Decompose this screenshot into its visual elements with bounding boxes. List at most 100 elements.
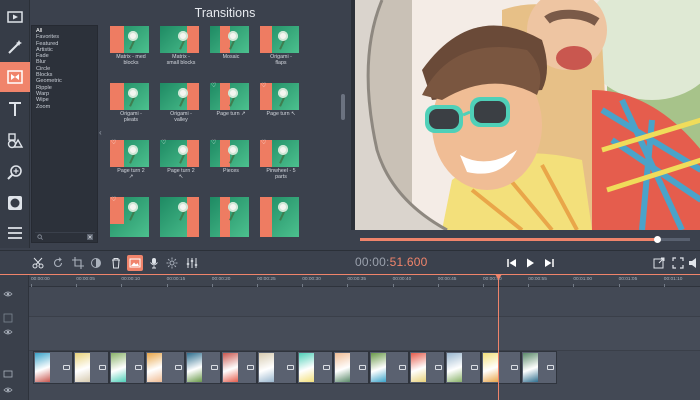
video-clip[interactable] <box>333 351 369 384</box>
media-import-button[interactable] <box>0 2 30 32</box>
category-list: All Favorites Featured Artistic Fade Blur Circ… <box>32 26 97 110</box>
microphone-button[interactable] <box>146 255 162 271</box>
video-clip[interactable] <box>257 351 297 384</box>
zoom-button[interactable] <box>0 158 30 188</box>
transition-marker-icon[interactable] <box>175 365 182 370</box>
fullscreen-icon <box>672 257 684 269</box>
transition-marker-icon[interactable] <box>135 365 142 370</box>
transitions-button[interactable] <box>0 62 30 92</box>
collapse-panel-button[interactable]: ‹ <box>99 128 102 137</box>
color-adjust-button[interactable] <box>88 255 104 271</box>
list-icon <box>8 227 22 239</box>
favorite-icon[interactable]: ♡ <box>261 140 266 147</box>
category-item[interactable]: Zoom <box>36 104 97 110</box>
filters-button[interactable] <box>0 32 30 62</box>
zoom-icon <box>7 165 22 180</box>
ruler-tick-label: 00:00:45 <box>437 277 457 282</box>
overlay-track[interactable] <box>29 287 700 317</box>
transition-marker-icon[interactable] <box>359 365 366 370</box>
favorite-icon[interactable]: ♡ <box>111 197 116 204</box>
eye-icon[interactable] <box>3 327 13 337</box>
video-clip[interactable] <box>221 351 257 384</box>
transition-marker-icon[interactable] <box>399 365 406 370</box>
fullscreen-button[interactable] <box>670 255 686 271</box>
text-track[interactable] <box>29 317 700 351</box>
transition-marker-icon[interactable] <box>471 365 478 370</box>
microphone-icon <box>150 258 158 269</box>
search-icon <box>37 234 43 240</box>
favorite-icon[interactable]: ♡ <box>111 140 116 147</box>
video-clip[interactable] <box>409 351 445 384</box>
video-preview <box>351 0 700 230</box>
rotate-button[interactable] <box>50 255 66 271</box>
favorite-icon[interactable]: ♡ <box>261 83 266 90</box>
video-track-icon <box>3 370 13 378</box>
delete-button[interactable] <box>108 255 124 271</box>
play-icon <box>527 258 534 268</box>
seek-handle[interactable] <box>654 236 661 243</box>
playhead[interactable] <box>498 274 499 400</box>
category-list-panel: All Favorites Featured Artistic Fade Blur Circ… <box>31 25 98 243</box>
transition-label: Origami - valley <box>170 111 192 123</box>
equalizer-button[interactable] <box>184 255 200 271</box>
image-icon <box>129 258 141 268</box>
external-window-icon <box>653 257 665 269</box>
magic-wand-icon <box>8 40 22 54</box>
stickers-button[interactable] <box>0 126 30 156</box>
clip-thumbnail <box>371 353 386 382</box>
transition-label: Matrix - med blocks <box>116 54 146 66</box>
transitions-icon <box>7 70 23 84</box>
transition-marker-icon[interactable] <box>287 365 294 370</box>
clip-thumbnail <box>111 353 126 382</box>
transition-marker-icon[interactable] <box>211 365 218 370</box>
transition-marker-icon[interactable] <box>99 365 106 370</box>
transition-marker-icon[interactable] <box>323 365 330 370</box>
transition-marker-icon[interactable] <box>247 365 254 370</box>
transition-marker-icon[interactable] <box>63 365 70 370</box>
favorite-icon[interactable]: ♡ <box>161 140 166 147</box>
time-ruler[interactable]: 00:00:00 00:00:05 00:00:10 00:00:15 00:00:20… <box>29 275 700 287</box>
category-search[interactable] <box>35 232 95 240</box>
play-button[interactable] <box>522 255 538 271</box>
video-clip[interactable] <box>109 351 145 384</box>
transition-marker-icon[interactable] <box>547 365 554 370</box>
next-frame-button[interactable] <box>541 255 557 271</box>
eye-icon[interactable] <box>3 289 13 299</box>
cut-button[interactable] <box>30 255 46 271</box>
preview-seek-bar[interactable] <box>350 230 700 249</box>
video-clip[interactable] <box>369 351 409 384</box>
favorite-icon[interactable]: ♡ <box>211 83 216 90</box>
settings-button[interactable] <box>164 255 180 271</box>
film-icon <box>7 11 23 23</box>
video-clip[interactable] <box>445 351 481 384</box>
ruler-tick-label: 00:01:00 <box>573 277 593 282</box>
export-button[interactable] <box>651 255 667 271</box>
clip-thumbnail <box>447 353 462 382</box>
previous-frame-button[interactable] <box>504 255 520 271</box>
favorite-icon[interactable]: ♡ <box>211 140 216 147</box>
video-clip[interactable] <box>297 351 333 384</box>
more-tools-button[interactable] <box>0 188 30 218</box>
video-clip[interactable] <box>73 351 109 384</box>
grid-scrollbar[interactable] <box>341 94 345 120</box>
video-clip[interactable] <box>145 351 185 384</box>
image-button[interactable] <box>127 255 143 271</box>
video-clip[interactable] <box>185 351 221 384</box>
video-clip[interactable] <box>33 351 73 384</box>
transition-marker-icon[interactable] <box>511 365 518 370</box>
video-clip[interactable] <box>481 351 521 384</box>
menu-button[interactable] <box>0 218 30 248</box>
crop-button[interactable] <box>70 255 86 271</box>
trash-icon <box>112 258 120 269</box>
transition-thumbnail <box>110 83 149 110</box>
volume-button[interactable] <box>686 255 700 271</box>
titles-button[interactable] <box>0 94 30 124</box>
transition-label: Pieces <box>223 168 239 174</box>
video-clip[interactable] <box>521 351 557 384</box>
transition-marker-icon[interactable] <box>435 365 442 370</box>
skip-forward-icon <box>545 259 554 267</box>
clear-icon[interactable] <box>87 234 93 240</box>
eye-icon[interactable] <box>3 385 13 395</box>
seek-track[interactable] <box>360 236 690 243</box>
transition-label: Page turn 2 ↗ <box>117 168 145 180</box>
